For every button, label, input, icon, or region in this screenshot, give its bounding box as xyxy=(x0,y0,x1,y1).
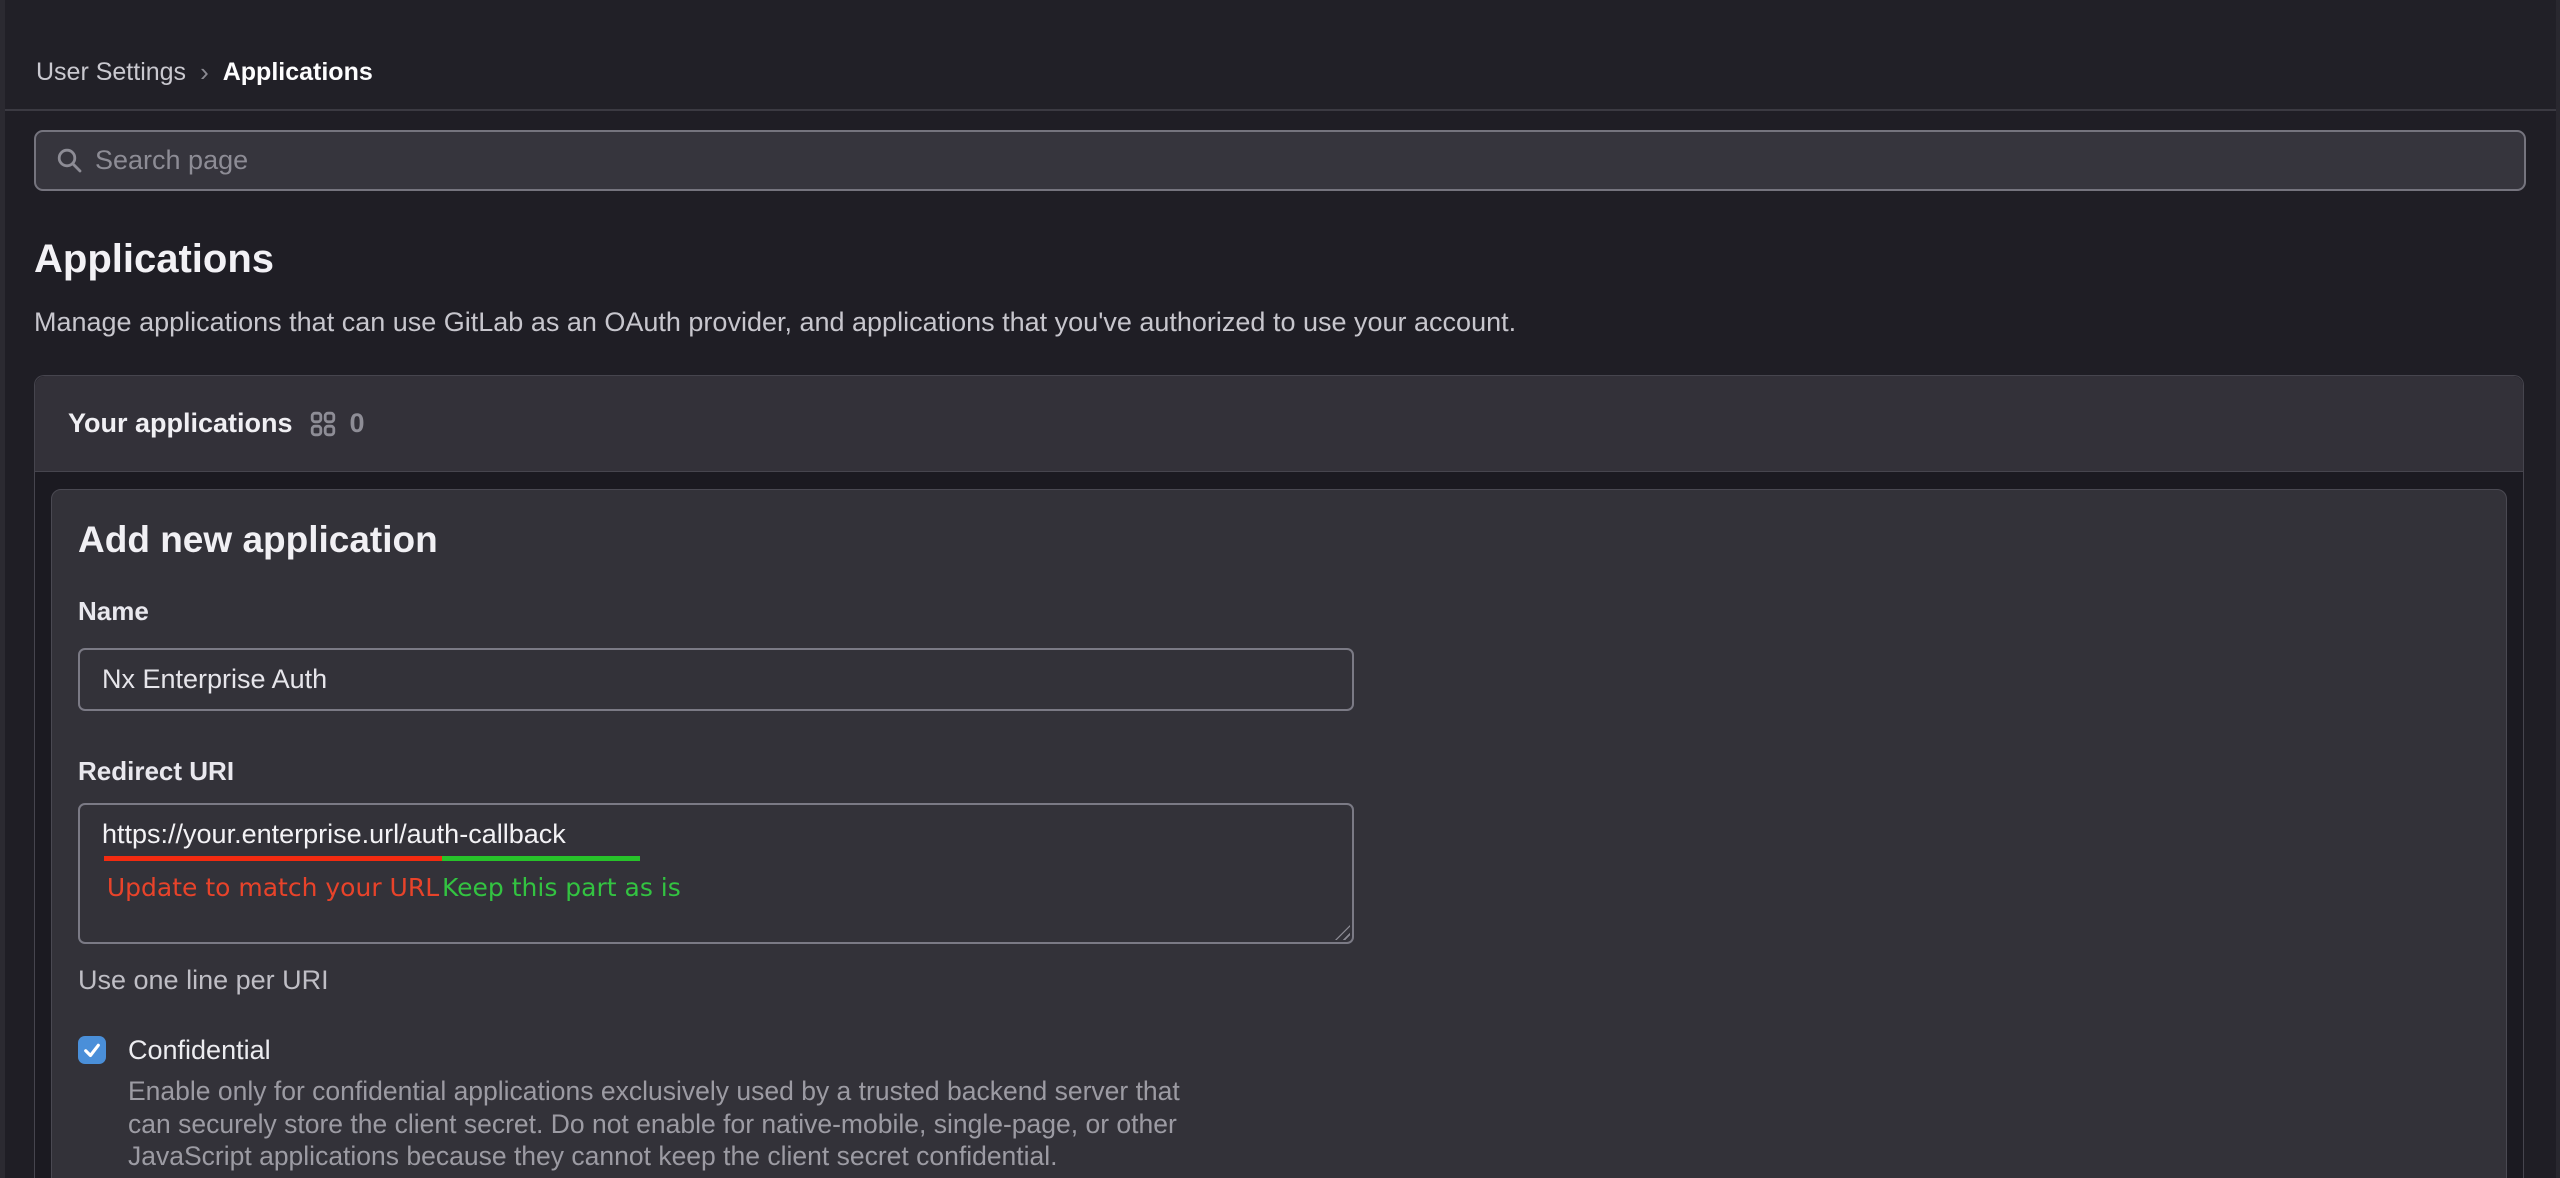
checkmark-icon xyxy=(81,1039,103,1061)
confidential-checkbox[interactable] xyxy=(78,1036,106,1064)
textarea-resize-grip[interactable] xyxy=(1335,925,1350,940)
applications-grid-icon xyxy=(310,411,336,437)
uri-annotations: Update to match your URL Keep this part … xyxy=(104,873,1352,902)
page-content: Applications Manage applications that ca… xyxy=(0,130,2560,1178)
breadcrumb-applications[interactable]: Applications xyxy=(223,58,373,87)
your-applications-panel: Your applications 0 Add new application … xyxy=(34,375,2524,1178)
search-page-field[interactable] xyxy=(34,130,2526,191)
green-underline xyxy=(442,856,640,861)
breadcrumb-user-settings[interactable]: User Settings xyxy=(36,58,186,87)
panel-body: Add new application Name Redirect URI ht… xyxy=(35,472,2523,1178)
search-input[interactable] xyxy=(95,145,2504,176)
window-edge-right xyxy=(2556,0,2560,1178)
confidential-label[interactable]: Confidential xyxy=(128,1033,1180,1067)
search-icon xyxy=(56,147,83,174)
red-underline xyxy=(104,856,442,861)
green-annotation: Keep this part as is xyxy=(442,873,640,902)
red-annotation: Update to match your URL xyxy=(104,873,442,902)
window-edge-left xyxy=(0,0,5,1178)
add-application-card: Add new application Name Redirect URI ht… xyxy=(51,489,2507,1178)
redirect-uri-textarea[interactable]: https://your.enterprise.url/auth-callbac… xyxy=(78,803,1354,944)
page-description: Manage applications that can use GitLab … xyxy=(34,305,2526,339)
panel-title: Your applications xyxy=(68,408,293,439)
confidential-row: Confidential Enable only for confidentia… xyxy=(78,1033,2480,1173)
name-input[interactable] xyxy=(78,648,1354,711)
uri-underline xyxy=(104,856,1352,861)
confidential-help-text: Enable only for confidential application… xyxy=(128,1075,1180,1173)
page-title: Applications xyxy=(34,235,2526,283)
breadcrumb-bar: User Settings › Applications xyxy=(0,0,2560,111)
confidential-texts: Confidential Enable only for confidentia… xyxy=(128,1033,1180,1173)
panel-header: Your applications 0 xyxy=(35,376,2523,472)
applications-count-badge: 0 xyxy=(350,408,365,439)
redirect-uri-helper: Use one line per URI xyxy=(78,963,2480,997)
name-label: Name xyxy=(78,595,2480,627)
breadcrumb: User Settings › Applications xyxy=(36,58,373,87)
card-title: Add new application xyxy=(78,518,2480,562)
chevron-right-icon: › xyxy=(200,59,209,85)
redirect-uri-label: Redirect URI xyxy=(78,755,2480,787)
redirect-uri-value: https://your.enterprise.url/auth-callbac… xyxy=(102,817,1352,851)
